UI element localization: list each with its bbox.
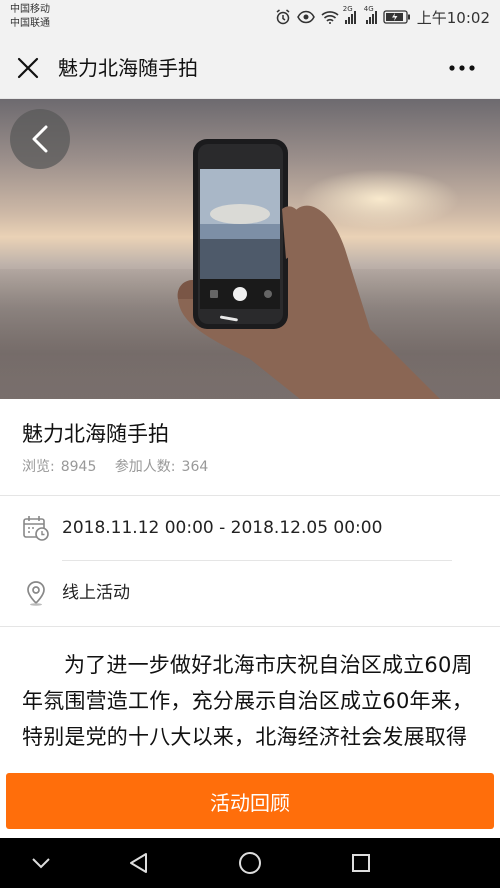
event-date-range: 2018.11.12 00:00 - 2018.12.05 00:00 [62, 518, 383, 538]
event-date-row: 2018.11.12 00:00 - 2018.12.05 00:00 [0, 496, 500, 560]
close-button[interactable] [12, 52, 44, 84]
system-nav-bar [0, 838, 500, 888]
location-pin-icon [27, 581, 45, 606]
hero-image [0, 99, 500, 399]
alarm-icon [276, 9, 290, 25]
carrier-2: 中国联通 [10, 18, 50, 29]
carrier-1: 中国移动 [10, 4, 50, 15]
eye-icon [296, 10, 315, 24]
event-description: 为了进一步做好北海市庆祝自治区成立60周年氛围营造工作，充分展示自治区成立60年… [22, 653, 474, 749]
status-bar: 中国移动 中国联通 2G 4G 上午10:02 [0, 0, 500, 36]
hand-holding-phone-illustration [177, 139, 441, 399]
participants-label: 参加人数: [114, 459, 176, 475]
cta-bar: 活动回顾 [0, 768, 500, 836]
system-recents-button[interactable] [348, 850, 374, 876]
battery-icon [383, 10, 410, 24]
chevron-down-icon [32, 858, 50, 869]
more-dots-icon [449, 65, 475, 71]
event-location-row: 线上活动 [0, 561, 500, 625]
chevron-left-icon [32, 125, 48, 153]
triangle-back-icon [130, 853, 147, 873]
close-icon [17, 57, 39, 79]
square-recents-icon [352, 854, 370, 872]
views-count: 8945 [60, 459, 97, 475]
nav-bar: 魅力北海随手拍 [0, 36, 500, 99]
collapse-button[interactable] [28, 850, 54, 876]
nav-title: 魅力北海随手拍 [58, 56, 198, 80]
event-location: 线上活动 [62, 583, 130, 603]
circle-home-icon [239, 852, 261, 874]
views-label: 浏览: [22, 459, 55, 475]
wifi-icon [321, 11, 339, 24]
signal-2g-icon: 2G [343, 5, 356, 24]
more-button[interactable] [442, 52, 482, 84]
status-time: 上午10:02 [416, 8, 490, 27]
back-button[interactable] [10, 109, 70, 169]
event-title: 魅力北海随手拍 [22, 422, 169, 446]
signal-4g-icon: 4G [364, 5, 377, 24]
signal-2-label: 4G [363, 4, 374, 13]
event-stats: 浏览: 8945 参加人数: 364 [22, 457, 214, 477]
system-back-button[interactable] [126, 850, 152, 876]
carrier-info: 中国移动 中国联通 [10, 3, 50, 31]
divider [0, 626, 500, 627]
status-icons: 2G 4G 上午10:02 [275, 5, 490, 27]
system-home-button[interactable] [237, 850, 263, 876]
signal-1-label: 2G [342, 4, 353, 13]
participants-count: 364 [181, 459, 209, 475]
calendar-clock-icon [23, 516, 49, 541]
activity-review-button[interactable]: 活动回顾 [6, 773, 494, 829]
